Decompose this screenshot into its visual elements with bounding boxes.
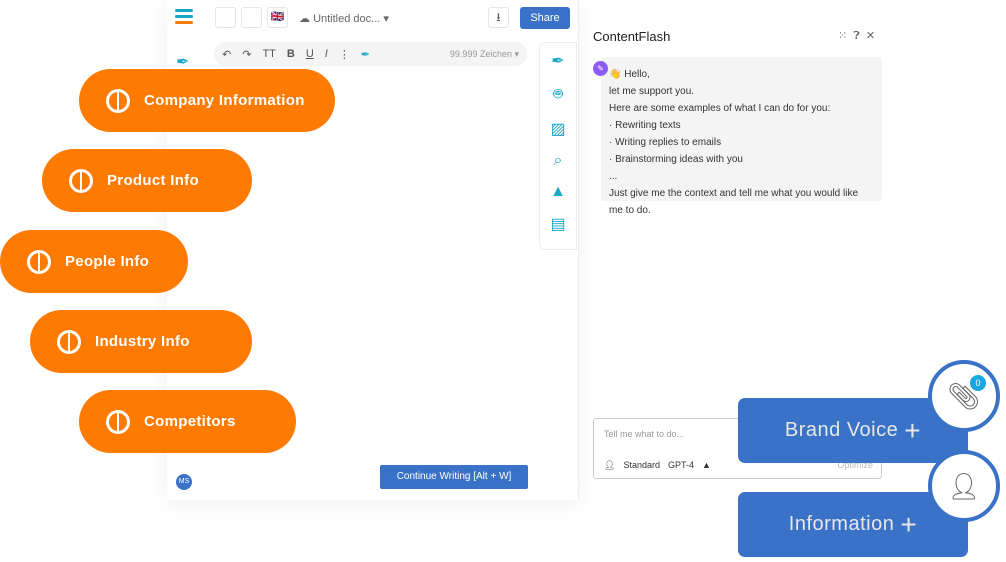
message-line: ... — [609, 171, 618, 182]
tool-sidebar: ✒ 🤖︎ ▨ ⌕ ▲ ▤ — [539, 42, 577, 250]
text-size-button[interactable]: TT — [262, 48, 275, 60]
plus-icon: + — [900, 508, 918, 540]
mode-select[interactable]: Standard — [623, 460, 660, 471]
feather-icon[interactable]: ✒ — [551, 51, 564, 71]
message-line: · Writing replies to emails — [609, 137, 722, 148]
share-button[interactable]: Share — [520, 7, 570, 29]
robot-icon[interactable]: 🤖︎ — [553, 84, 563, 106]
search-icon[interactable]: ⌕ — [554, 152, 563, 170]
collapse-icon[interactable]: ⁙ — [838, 30, 853, 42]
button-label: Information — [788, 513, 895, 535]
undo-button[interactable]: ↶ — [222, 48, 231, 61]
document-icon[interactable]: ▤ — [550, 214, 565, 234]
chat-controls: ⁙❓︎✕ — [838, 29, 881, 43]
message-line: · Rewriting texts — [609, 120, 681, 131]
bold-button[interactable]: B — [287, 48, 295, 60]
italic-button[interactable]: I — [325, 48, 328, 60]
person-icon[interactable]: 👤︎ — [928, 450, 1000, 522]
pill-label: Competitors — [144, 413, 236, 430]
close-icon[interactable]: ✕ — [866, 30, 881, 42]
underline-button[interactable]: U — [306, 48, 314, 60]
pill-label: People Info — [65, 253, 150, 270]
input-placeholder: Tell me what to do... — [604, 429, 685, 439]
avatar[interactable]: MS — [176, 474, 192, 490]
pill-industry-info[interactable]: Industry Info — [30, 310, 252, 373]
image-icon[interactable]: ▨ — [550, 119, 565, 139]
feather-icon[interactable]: ✒ — [361, 48, 370, 61]
pill-label: Industry Info — [95, 333, 190, 350]
message-line: · Brainstorming ideas with you — [609, 154, 743, 165]
redo-button[interactable]: ↷ — [242, 48, 251, 61]
more-button[interactable]: ⋮ — [339, 48, 350, 61]
message-line: 👋 Hello, — [609, 69, 650, 80]
paperclip-icon[interactable]: 📎︎ — [928, 360, 1000, 432]
language-flag-button[interactable]: 🇬🇧 — [267, 7, 288, 28]
shapes-icon[interactable]: ▲ — [550, 183, 566, 201]
document-title[interactable]: ☁ Untitled doc... ▾ — [299, 12, 389, 25]
attachment-count-badge: 0 — [970, 375, 986, 391]
button-label: Brand Voice — [784, 419, 899, 441]
message-line: Here are some examples of what I can do … — [609, 103, 831, 114]
continue-writing-button[interactable]: Continue Writing [Alt + W] — [380, 465, 528, 489]
cloud-icon: ☁ — [299, 13, 314, 25]
chat-title: ContentFlash — [593, 29, 671, 44]
chat-message: 👋 Hello, let me support you. Here are so… — [601, 57, 882, 216]
pill-company-information[interactable]: Company Information — [79, 69, 335, 132]
shapes-icon[interactable]: ▲ — [702, 460, 711, 471]
person-icon: 👤︎ — [604, 460, 616, 470]
menu-icon[interactable] — [175, 9, 193, 27]
char-count[interactable]: 99.999 Zeichen ▾ — [450, 49, 519, 60]
brain-icon — [27, 249, 51, 274]
pill-people-info[interactable]: People Info — [0, 230, 188, 293]
brain-icon — [69, 168, 93, 193]
model-select[interactable]: GPT-4 — [668, 460, 694, 471]
download-icon[interactable]: ⭳ — [488, 7, 509, 28]
pill-product-info[interactable]: Product Info — [42, 149, 252, 212]
message-line: Just give me the context and tell me wha… — [609, 188, 859, 216]
brain-icon — [57, 329, 81, 354]
plus-icon: + — [904, 414, 922, 446]
blank-button[interactable] — [215, 7, 236, 28]
brain-icon — [106, 409, 130, 434]
help-icon[interactable]: ❓︎ — [853, 30, 866, 42]
format-toolbar: ↶ ↷ TT B U I ⋮ ✒ 99.999 Zeichen ▾ — [214, 42, 527, 66]
bot-avatar-icon: ✎ — [593, 61, 608, 76]
pill-label: Company Information — [144, 92, 305, 109]
pill-competitors[interactable]: Competitors — [79, 390, 296, 453]
blank-button[interactable] — [241, 7, 262, 28]
message-line: let me support you. — [609, 86, 695, 97]
pill-label: Product Info — [107, 172, 199, 189]
brain-icon — [106, 88, 130, 113]
